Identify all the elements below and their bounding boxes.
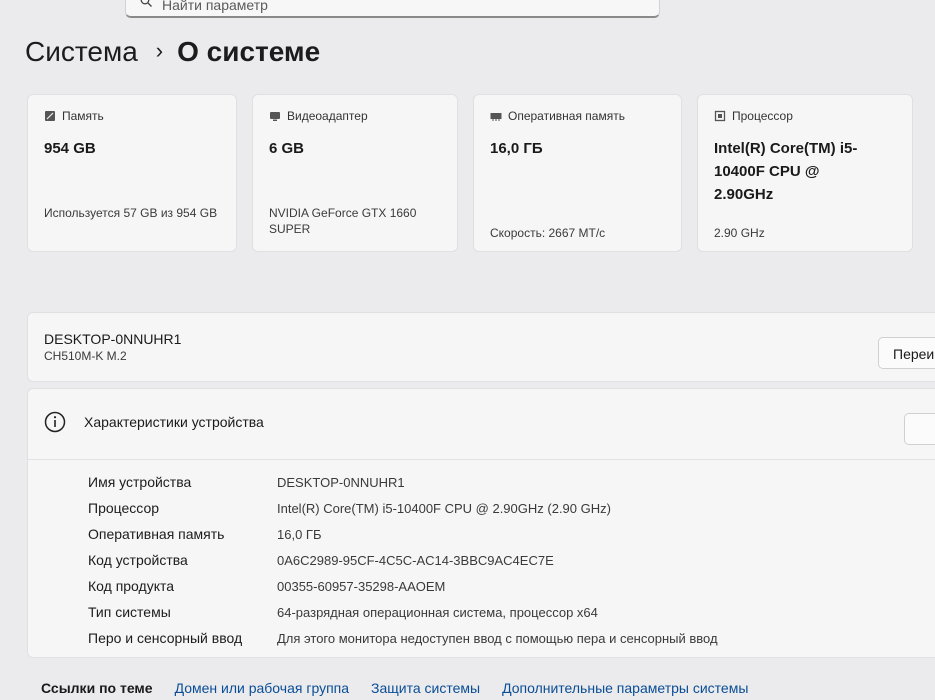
spec-key: Код продукта bbox=[88, 578, 175, 594]
specs-table: Имя устройства DESKTOP-0NNUHR1 Процессор I… bbox=[88, 469, 718, 651]
spec-value: 64-разрядная операционная система, проце… bbox=[277, 604, 598, 620]
related-links-title: Ссылки по теме bbox=[41, 680, 153, 696]
divider bbox=[28, 459, 935, 460]
gpu-icon bbox=[270, 112, 280, 121]
card-storage: Память 954 GB Используется 57 GB из 954 … bbox=[27, 94, 237, 252]
spec-key: Процессор bbox=[88, 500, 160, 516]
spec-row: Оперативная память 16,0 ГБ bbox=[88, 521, 718, 547]
card-sub: NVIDIA GeForce GTX 1660 SUPER bbox=[269, 206, 417, 236]
search-placeholder: Найти параметр bbox=[162, 0, 268, 13]
card-header-label: Процессор bbox=[732, 109, 793, 123]
cpu-icon bbox=[714, 110, 726, 122]
card-header: Видеоадаптер bbox=[269, 109, 368, 123]
spec-value: DESKTOP-0NNUHR1 bbox=[277, 474, 405, 490]
spec-key: Код устройства bbox=[88, 552, 188, 568]
spec-key: Оперативная память bbox=[88, 526, 225, 542]
spec-row: Процессор Intel(R) Core(TM) i5-10400F CPU… bbox=[88, 495, 718, 521]
device-specs-panel: Характеристики устройства Имя устройства… bbox=[27, 388, 935, 658]
card-sub: 2.90 GHz bbox=[714, 226, 765, 240]
specs-title: Характеристики устройства bbox=[84, 414, 264, 430]
spec-row: Перо и сенсорный ввод Для этого монитора … bbox=[88, 625, 718, 651]
card-sub: Скорость: 2667 MT/с bbox=[490, 226, 606, 240]
related-links: Ссылки по теме Домен или рабочая группа … bbox=[41, 680, 748, 696]
card-gpu: Видеоадаптер 6 GB NVIDIA GeForce GTX 166… bbox=[252, 94, 458, 252]
card-header-label: Оперативная память bbox=[508, 109, 625, 123]
device-name: DESKTOP-0NNUHR1 bbox=[44, 331, 182, 347]
card-cpu: Процессор Intel(R) Core(TM) i5-10400F CP… bbox=[697, 94, 913, 252]
info-icon bbox=[44, 411, 66, 433]
card-value: 954 GB bbox=[44, 140, 96, 157]
card-value: 16,0 ГБ bbox=[490, 140, 543, 157]
card-value: 6 GB bbox=[269, 140, 305, 157]
spec-value: 0A6C2989-95CF-4C5C-AC14-3BBC9AC4EC7E bbox=[277, 552, 554, 568]
link-system-protection[interactable]: Защита системы bbox=[371, 680, 480, 696]
device-panel: DESKTOP-0NNUHR1 CH510M-K M.2 Переи bbox=[27, 312, 935, 382]
card-sub: Используется 57 GB из 954 GB bbox=[44, 206, 218, 220]
link-advanced-system-settings[interactable]: Дополнительные параметры системы bbox=[502, 680, 748, 696]
card-header: Процессор bbox=[714, 109, 793, 123]
storage-icon bbox=[45, 111, 55, 121]
rename-button[interactable]: Переи bbox=[878, 337, 935, 369]
search-box[interactable]: Найти параметр bbox=[125, 0, 660, 18]
device-model: CH510M-K M.2 bbox=[44, 349, 127, 363]
ram-icon bbox=[490, 113, 502, 121]
link-domain-workgroup[interactable]: Домен или рабочая группа bbox=[175, 680, 349, 696]
card-value: Intel(R) Core(TM) i5-10400F CPU @ 2.90GH… bbox=[714, 140, 858, 203]
copy-button[interactable] bbox=[904, 413, 935, 445]
spec-key: Тип системы bbox=[88, 604, 171, 620]
spec-value: 16,0 ГБ bbox=[277, 526, 322, 542]
breadcrumb-parent[interactable]: Система bbox=[25, 36, 138, 67]
spec-key: Перо и сенсорный ввод bbox=[88, 630, 243, 646]
spec-value: Для этого монитора недоступен ввод с пом… bbox=[277, 630, 718, 646]
search-icon bbox=[140, 0, 152, 7]
breadcrumb-separator: › bbox=[155, 38, 164, 63]
breadcrumb: Система › О системе bbox=[25, 36, 320, 68]
spec-row: Имя устройства DESKTOP-0NNUHR1 bbox=[88, 469, 718, 495]
card-header-label: Память bbox=[62, 109, 104, 123]
spec-row: Код продукта 00355-60957-35298-AAOEM bbox=[88, 573, 718, 599]
spec-row: Тип системы 64-разрядная операционная сис… bbox=[88, 599, 718, 625]
spec-row: Код устройства 0A6C2989-95CF-4C5C-AC14-3B… bbox=[88, 547, 718, 573]
specs-header[interactable]: Характеристики устройства bbox=[44, 411, 264, 433]
spec-value: Intel(R) Core(TM) i5-10400F CPU @ 2.90GH… bbox=[277, 500, 611, 516]
spec-value: 00355-60957-35298-AAOEM bbox=[277, 578, 446, 594]
card-header: Память bbox=[44, 109, 104, 123]
spec-key: Имя устройства bbox=[88, 474, 192, 490]
page-title: О системе bbox=[177, 36, 321, 67]
card-header-label: Видеоадаптер bbox=[287, 109, 368, 123]
card-header: Оперативная память bbox=[490, 109, 625, 123]
card-ram: Оперативная память 16,0 ГБ Скорость: 266… bbox=[473, 94, 682, 252]
